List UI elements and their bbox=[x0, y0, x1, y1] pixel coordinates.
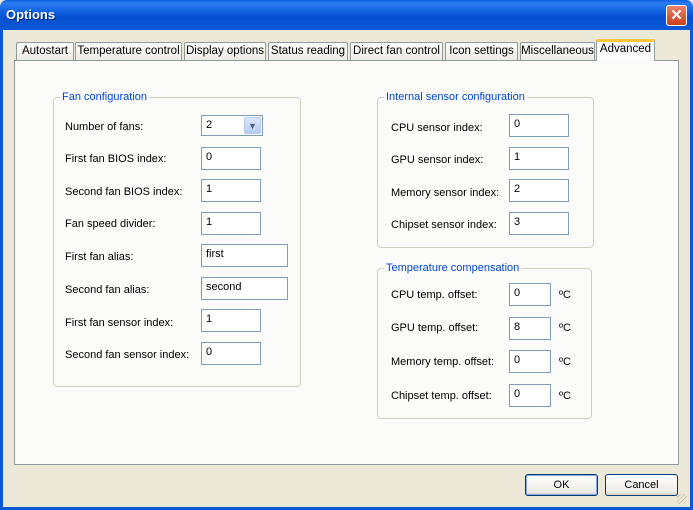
cpu-sensor-index-input[interactable]: 0 bbox=[509, 114, 569, 137]
second-fan-alias-label: Second fan alias: bbox=[65, 284, 150, 296]
tab-label: Display options bbox=[186, 45, 264, 57]
second-fan-sensor-index-label: Second fan sensor index: bbox=[65, 349, 190, 361]
tab-label: Autostart bbox=[21, 45, 69, 57]
memory-sensor-index-input[interactable]: 2 bbox=[509, 179, 569, 202]
ok-button[interactable]: OK bbox=[525, 474, 598, 496]
tab-advanced[interactable]: Advanced bbox=[596, 39, 655, 61]
window-title: Options bbox=[6, 7, 56, 22]
number-of-fans-value: 2 bbox=[206, 119, 213, 131]
memory-temp-offset-input[interactable]: 0 bbox=[509, 350, 551, 373]
cpu-temp-offset-label: CPU temp. offset: bbox=[391, 289, 478, 301]
gpu-sensor-index-label: GPU sensor index: bbox=[391, 154, 484, 166]
chipset-sensor-index-label: Chipset sensor index: bbox=[391, 219, 497, 231]
fan-speed-divider-label: Fan speed divider: bbox=[65, 218, 156, 230]
tab-status-reading[interactable]: Status reading bbox=[268, 42, 348, 60]
tab-autostart[interactable]: Autostart bbox=[16, 42, 74, 60]
tab-icon-settings[interactable]: Icon settings bbox=[445, 42, 518, 60]
celsius-unit: ºC bbox=[559, 322, 571, 334]
fan-configuration-group: Fan configuration bbox=[53, 91, 301, 387]
chevron-down-icon[interactable]: ▼ bbox=[244, 117, 261, 134]
second-fan-alias-input[interactable]: second bbox=[201, 277, 288, 300]
resize-grip-icon[interactable] bbox=[677, 494, 687, 504]
second-fan-bios-index-input[interactable]: 1 bbox=[201, 179, 261, 202]
cpu-sensor-index-label: CPU sensor index: bbox=[391, 122, 483, 134]
chipset-temp-offset-label: Chipset temp. offset: bbox=[391, 390, 492, 402]
first-fan-sensor-index-input[interactable]: 1 bbox=[201, 309, 261, 332]
group-legend: Internal sensor configuration bbox=[384, 91, 527, 103]
tab-display-options[interactable]: Display options bbox=[184, 42, 266, 60]
tab-label: Status reading bbox=[270, 45, 346, 57]
first-fan-bios-index-input[interactable]: 0 bbox=[201, 147, 261, 170]
tab-label: Icon settings bbox=[449, 45, 514, 57]
number-of-fans-select[interactable]: 2 ▼ bbox=[201, 115, 263, 136]
tab-temperature-control[interactable]: Temperature control bbox=[75, 42, 182, 60]
number-of-fans-label: Number of fans: bbox=[65, 121, 144, 133]
tab-miscellaneous[interactable]: Miscellaneous bbox=[520, 42, 595, 60]
memory-sensor-index-label: Memory sensor index: bbox=[391, 187, 500, 199]
chipset-sensor-index-input[interactable]: 3 bbox=[509, 212, 569, 235]
memory-temp-offset-label: Memory temp. offset: bbox=[391, 356, 495, 368]
celsius-unit: ºC bbox=[559, 356, 571, 368]
gpu-sensor-index-input[interactable]: 1 bbox=[509, 147, 569, 170]
group-legend: Fan configuration bbox=[60, 91, 149, 103]
cpu-temp-offset-input[interactable]: 0 bbox=[509, 283, 551, 306]
first-fan-bios-index-label: First fan BIOS index: bbox=[65, 153, 167, 165]
celsius-unit: ºC bbox=[559, 289, 571, 301]
second-fan-bios-index-label: Second fan BIOS index: bbox=[65, 186, 183, 198]
fan-speed-divider-input[interactable]: 1 bbox=[201, 212, 261, 235]
celsius-unit: ºC bbox=[559, 390, 571, 402]
second-fan-sensor-index-input[interactable]: 0 bbox=[201, 342, 261, 365]
gpu-temp-offset-input[interactable]: 8 bbox=[509, 317, 551, 340]
close-icon: ✕ bbox=[670, 7, 683, 24]
group-legend: Temperature compensation bbox=[384, 262, 522, 274]
tab-label: Direct fan control bbox=[353, 45, 440, 57]
first-fan-sensor-index-label: First fan sensor index: bbox=[65, 317, 174, 329]
first-fan-alias-label: First fan alias: bbox=[65, 251, 134, 263]
close-button[interactable]: ✕ bbox=[666, 5, 687, 26]
cancel-button[interactable]: Cancel bbox=[605, 474, 678, 496]
first-fan-alias-input[interactable]: first bbox=[201, 244, 288, 267]
tab-label: Miscellaneous bbox=[521, 45, 594, 57]
gpu-temp-offset-label: GPU temp. offset: bbox=[391, 322, 479, 334]
chipset-temp-offset-input[interactable]: 0 bbox=[509, 384, 551, 407]
tab-direct-fan-control[interactable]: Direct fan control bbox=[350, 42, 443, 60]
tab-label: Advanced bbox=[599, 43, 652, 55]
title-bar: Options ✕ bbox=[0, 0, 693, 30]
tab-label: Temperature control bbox=[77, 45, 180, 57]
